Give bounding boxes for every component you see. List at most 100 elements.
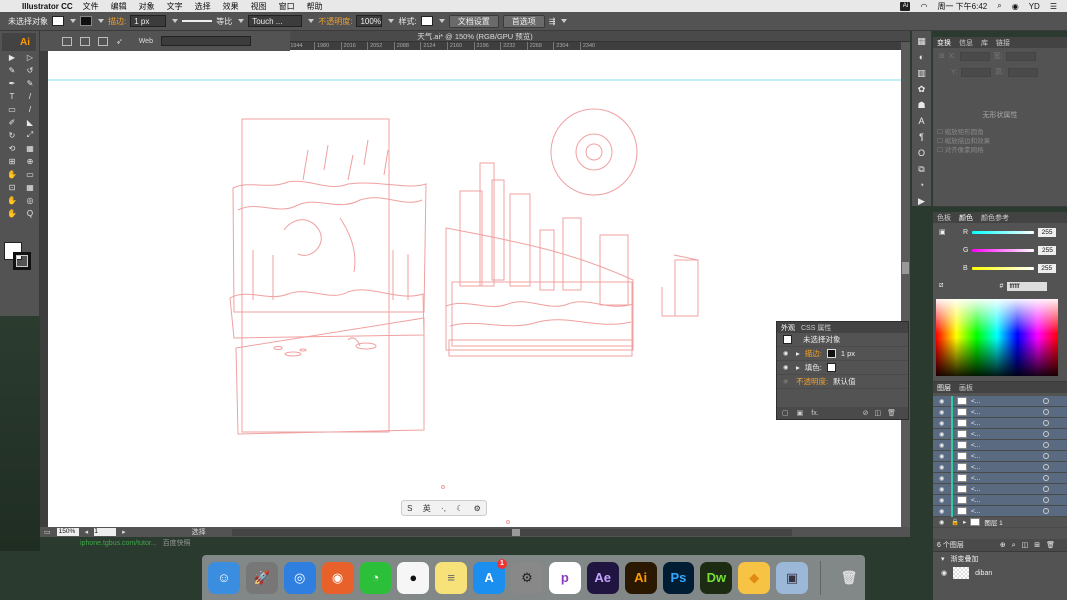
stroke-profile-label[interactable]: 等比: [216, 16, 232, 27]
option-scale-strokes[interactable]: ☐ 缩放描边和效果: [937, 137, 1063, 146]
ime-punctuation-icon[interactable]: ·,: [441, 504, 446, 513]
tool-4-icon[interactable]: ✒: [5, 77, 19, 89]
notes-icon[interactable]: ≡: [435, 561, 468, 594]
character-icon[interactable]: A: [915, 115, 929, 127]
stroke-swatch[interactable]: [80, 16, 92, 26]
sketch-icon[interactable]: ◆: [738, 561, 771, 594]
width-input[interactable]: [1006, 51, 1037, 61]
stroke-color-box[interactable]: [13, 252, 31, 270]
link-text[interactable]: iphone.tgbus.com/tutor...: [80, 540, 157, 547]
layer-row[interactable]: ◉ <...: [933, 505, 1067, 517]
paragraph-icon[interactable]: ¶: [915, 131, 929, 143]
background-link[interactable]: iphone.tgbus.com/tutor... 百度快照: [80, 538, 191, 548]
wechat-icon[interactable]: ◔: [359, 561, 392, 594]
transparency-icon[interactable]: ◔: [915, 179, 929, 191]
scroll-thumb[interactable]: [511, 528, 520, 536]
tab-color-guide[interactable]: 颜色参考: [981, 213, 1009, 223]
tool-14-icon[interactable]: ⟲: [5, 142, 19, 154]
wifi-icon[interactable]: ◠: [920, 2, 927, 11]
layer-name[interactable]: <...: [971, 431, 980, 438]
tab-css-properties[interactable]: CSS 属性: [801, 323, 831, 333]
sketch-artwork[interactable]: [48, 50, 901, 527]
current-tool-status[interactable]: 选择: [192, 527, 206, 537]
document-title[interactable]: 天气.ai* @ 150% (RGB/GPU 预览): [417, 31, 533, 42]
ime-language-toggle[interactable]: 英: [423, 503, 431, 514]
qq-icon[interactable]: ●: [397, 561, 430, 594]
layer-name[interactable]: <...: [971, 486, 980, 493]
target-circle-icon[interactable]: [1043, 431, 1049, 437]
stroke-value[interactable]: 1 px: [841, 349, 855, 358]
layer-row[interactable]: ◉ <...: [933, 494, 1067, 506]
tool-15-icon[interactable]: ▦: [23, 142, 37, 154]
chevron-down-icon[interactable]: [98, 18, 104, 24]
horizontal-scrollbar[interactable]: [231, 528, 792, 536]
menu-object[interactable]: 对象: [139, 1, 155, 12]
menu-file[interactable]: 文件: [83, 1, 99, 12]
visibility-eye-icon[interactable]: ◉: [939, 508, 947, 515]
tool-20-icon[interactable]: ⊡: [5, 181, 19, 193]
layer-name[interactable]: <...: [971, 442, 980, 449]
fill-swatch[interactable]: [52, 16, 64, 26]
visibility-eye-icon[interactable]: ◉: [939, 497, 947, 504]
artboard-number-input[interactable]: 1: [94, 528, 117, 536]
symbols-icon[interactable]: ☗: [915, 99, 929, 111]
tool-21-icon[interactable]: ▦: [23, 181, 37, 193]
layer-row[interactable]: ◉ <...: [933, 472, 1067, 484]
visibility-eye-icon[interactable]: ◉: [783, 378, 791, 385]
target-circle-icon[interactable]: [1043, 442, 1049, 448]
links-icon[interactable]: ⧉: [915, 163, 929, 175]
properties-icon[interactable]: ▦: [915, 35, 929, 47]
add-effect-icon[interactable]: fx.: [811, 410, 818, 417]
tool-12-icon[interactable]: ↻: [5, 129, 19, 141]
vertical-ruler[interactable]: [40, 42, 48, 527]
tab-appearance[interactable]: 外观: [781, 323, 795, 333]
target-circle-icon[interactable]: [1043, 453, 1049, 459]
appearance-actions-icon[interactable]: ⊘◫🗑: [863, 409, 902, 417]
tool-7-icon[interactable]: /: [23, 90, 37, 102]
finder-icon[interactable]: ☺: [208, 561, 240, 594]
red-slider[interactable]: [972, 230, 1035, 234]
visibility-eye-icon[interactable]: ◉: [939, 398, 947, 405]
illustrator-icon[interactable]: Ai: [624, 561, 657, 594]
layer-name[interactable]: <...: [971, 497, 980, 504]
tab-links[interactable]: 链接: [996, 38, 1010, 48]
arrange-documents-icon[interactable]: [98, 36, 108, 46]
layer-name[interactable]: <...: [971, 475, 980, 482]
visibility-eye-icon[interactable]: ◉: [939, 431, 947, 438]
blue-slider[interactable]: [971, 266, 1034, 270]
chevron-down-icon[interactable]: [561, 18, 568, 24]
brushes-icon[interactable]: ✿: [915, 83, 929, 95]
tab-library[interactable]: 库: [981, 38, 988, 48]
appearance-fill-row[interactable]: ◉ ▸ 填色:: [777, 361, 908, 375]
swatches-icon[interactable]: ▥: [915, 67, 929, 79]
artboard-icon[interactable]: ▭: [44, 528, 51, 536]
tool-5-icon[interactable]: ✎: [23, 77, 37, 89]
menu-edit[interactable]: 编辑: [111, 1, 127, 12]
layer-name[interactable]: <...: [971, 409, 980, 416]
tool-11-icon[interactable]: ◣: [23, 116, 37, 128]
ime-logo-icon[interactable]: S: [407, 504, 412, 513]
tab-swatches[interactable]: 色板: [937, 213, 951, 223]
style-swatch[interactable]: [420, 16, 433, 26]
fill-swatch[interactable]: [826, 363, 836, 372]
library-item-name[interactable]: diban: [975, 570, 992, 577]
layer-row[interactable]: ◉ <...: [933, 439, 1067, 451]
tool-19-icon[interactable]: ▭: [23, 168, 37, 180]
visibility-eye-icon[interactable]: ◉: [939, 420, 947, 427]
safari-icon[interactable]: ◎: [283, 561, 316, 594]
layer-row[interactable]: ◉ <...: [933, 395, 1067, 407]
tool-18-icon[interactable]: ✋: [5, 168, 19, 180]
stock-icon[interactable]: [80, 36, 90, 46]
visibility-eye-icon[interactable]: ◉: [941, 569, 947, 577]
layer-row[interactable]: ◉ <...: [933, 450, 1067, 462]
tool-16-icon[interactable]: ⊞: [5, 155, 19, 167]
first-artboard-icon[interactable]: ◂: [85, 528, 89, 536]
preferences-icon[interactable]: ⚙: [511, 561, 543, 594]
tool-1-icon[interactable]: ▷: [23, 51, 37, 63]
opacity-label[interactable]: 不透明度:: [796, 376, 828, 387]
stroke-profile-preview[interactable]: [182, 20, 213, 22]
tool-2-icon[interactable]: ✎: [5, 64, 19, 76]
vertical-scrollbar[interactable]: [901, 42, 910, 527]
chevron-down-icon[interactable]: [70, 18, 76, 24]
gpu-performance-icon[interactable]: ➶: [116, 37, 123, 46]
